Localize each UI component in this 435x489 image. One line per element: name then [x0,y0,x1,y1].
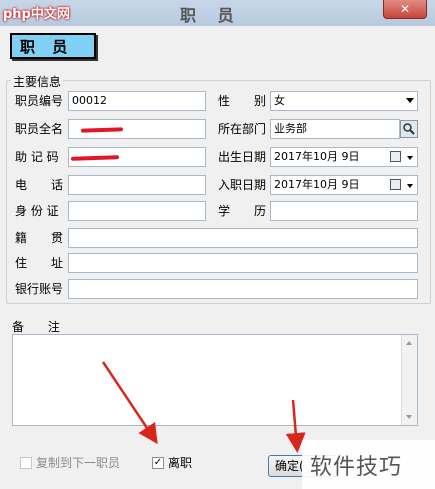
annotation-arrow [101,361,158,445]
annotation-arrow [285,399,306,453]
annotation-arrows [101,361,306,453]
